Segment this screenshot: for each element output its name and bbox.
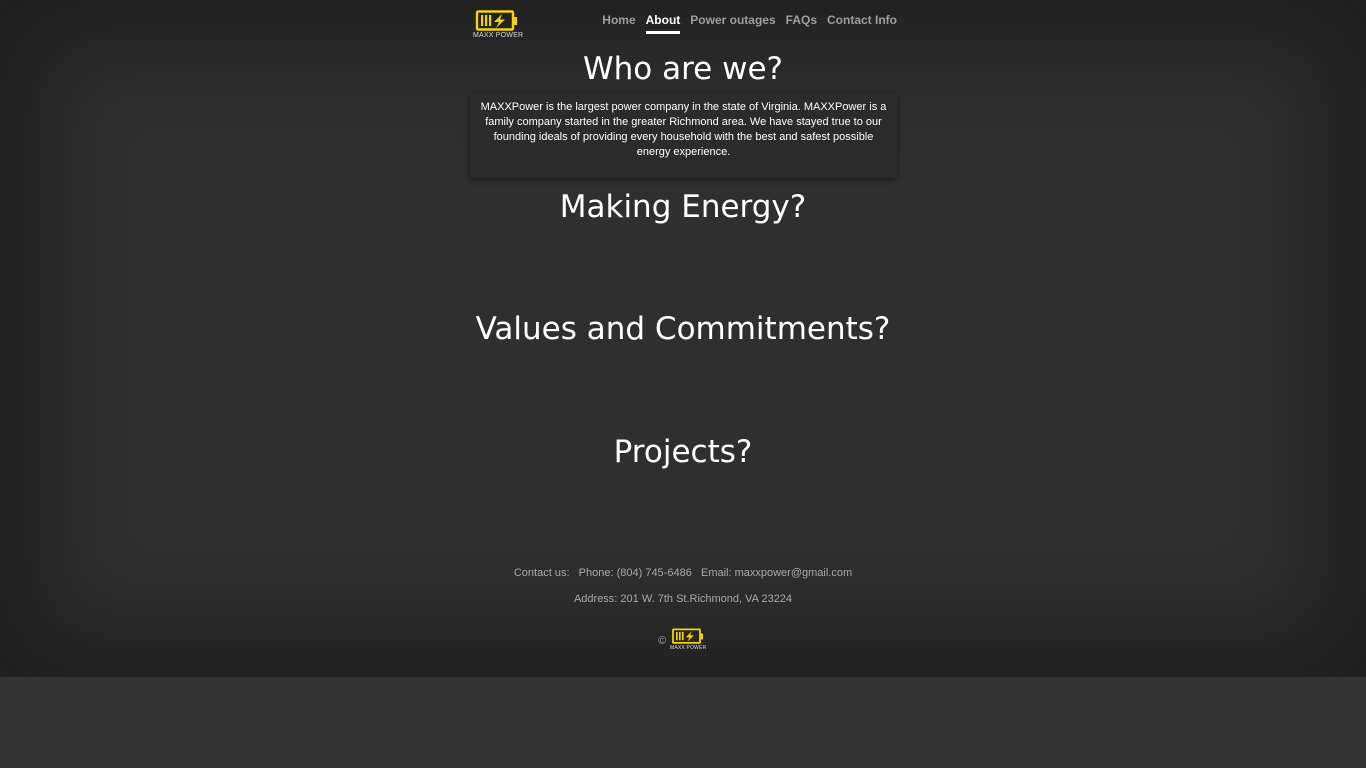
battery-bolt-icon [672,628,703,644]
page: MAXX POWER Home About Power outages FAQs… [0,0,1366,677]
main-nav: Home About Power outages FAQs Contact In… [602,13,897,34]
nav-about-link[interactable]: About [645,13,681,34]
footer-logo-text: MAXX POWER [670,645,707,651]
copyright-symbol: © [658,635,667,647]
making-energy-heading: Making Energy? [559,189,807,225]
footer-contact-line: Contact us: Phone: (804) 745-6486 Email:… [513,567,853,579]
values-commitments-heading: Values and Commitments? [475,311,891,347]
footer-address-line: Address: 201 W. 7th St.Richmond, VA 2322… [573,593,793,605]
nav-power-outages-link[interactable]: Power outages [690,13,775,34]
maxx-power-logo[interactable]: MAXX POWER [473,10,524,42]
about-description: MAXXPower is the largest power company i… [470,94,897,178]
footer-logo[interactable]: MAXX POWER [670,628,706,654]
nav-home-link[interactable]: Home [602,13,635,34]
projects-heading: Projects? [613,434,753,470]
battery-bolt-icon [475,10,517,31]
page-bottom-area [0,677,1366,768]
who-are-we-heading: Who are we? [583,51,783,87]
nav-contact-info-link[interactable]: Contact Info [827,13,897,34]
logo-text: MAXX POWER [473,32,524,39]
nav-faqs-link[interactable]: FAQs [786,13,817,34]
